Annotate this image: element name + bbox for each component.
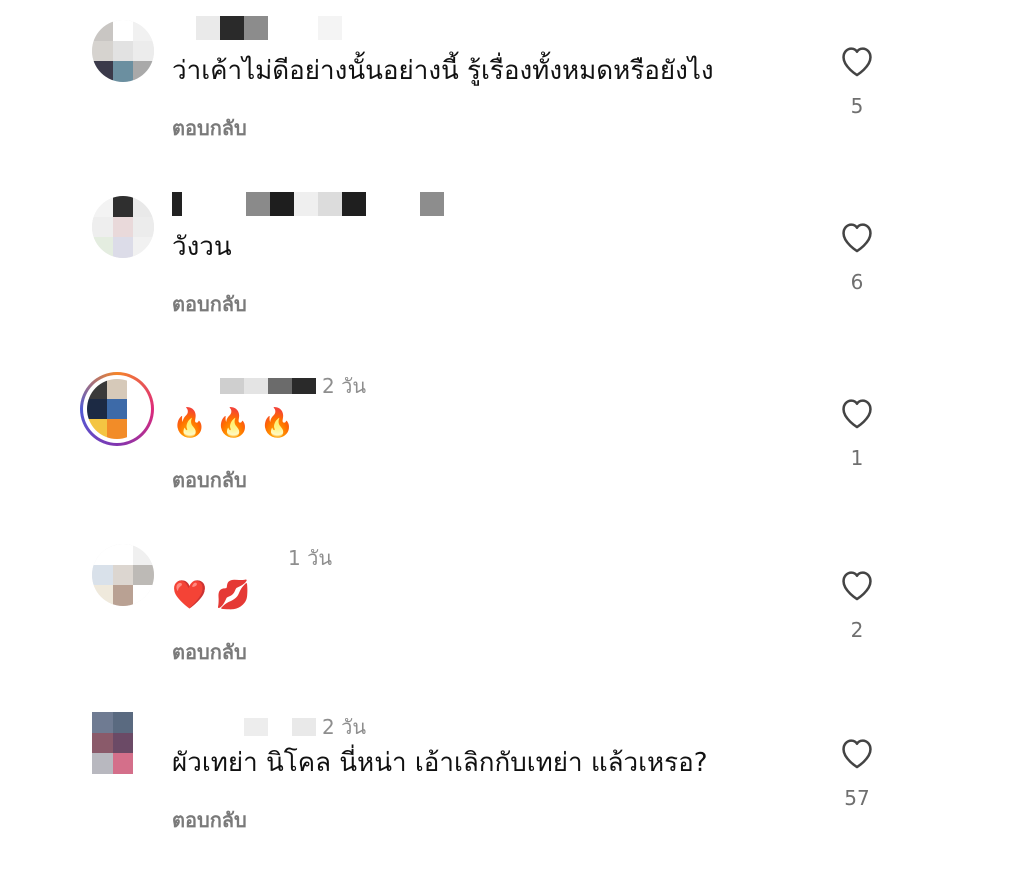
like-count: 1 [850, 446, 864, 470]
reply-button[interactable]: ตอบกลับ [172, 464, 247, 496]
reply-button[interactable]: ตอบกลับ [172, 636, 247, 668]
avatar[interactable] [92, 544, 154, 606]
comment-item: 2 วัน ผัวเทย่า นิโคล นี่หน่า เอ้าเลิกกับ… [0, 712, 1024, 884]
comment-text: 🔥 🔥 🔥 [172, 406, 295, 439]
username-redacted[interactable]: 2 วัน [172, 374, 366, 398]
like-count: 2 [850, 618, 864, 642]
reply-button[interactable]: ตอบกลับ [172, 112, 247, 144]
comment-item: วังวน ตอบกลับ 6 [0, 192, 1024, 368]
comment-item: 2 วัน 🔥 🔥 🔥 ตอบกลับ 1 [0, 372, 1024, 544]
comment-text: ว่าเค้าไม่ดีอย่างนั้นอย่างนี้ รู้เรื่องท… [172, 56, 714, 86]
comment-text: ❤️ 💋 [172, 578, 251, 611]
heart-outline-icon[interactable] [838, 566, 876, 602]
comment-time: 1 วัน [288, 546, 332, 570]
reply-button[interactable]: ตอบกลับ [172, 288, 247, 320]
avatar[interactable] [92, 712, 154, 774]
heart-outline-icon[interactable] [838, 218, 876, 254]
avatar-story-ring[interactable] [80, 372, 154, 446]
heart-outline-icon[interactable] [838, 42, 876, 78]
username-redacted[interactable] [172, 192, 444, 216]
avatar[interactable] [92, 196, 154, 258]
comment-text: ผัวเทย่า นิโคล นี่หน่า เอ้าเลิกกับเทย่า … [172, 748, 708, 778]
like-count: 5 [850, 94, 864, 118]
like-count: 57 [844, 786, 870, 810]
username-redacted[interactable]: 2 วัน [172, 715, 366, 739]
comment-item: 1 วัน ❤️ 💋 ตอบกลับ 2 [0, 544, 1024, 716]
heart-outline-icon[interactable] [838, 394, 876, 430]
comment-time: 2 วัน [322, 715, 366, 739]
username-redacted[interactable] [172, 16, 342, 40]
reply-button[interactable]: ตอบกลับ [172, 804, 247, 836]
comment-text: วังวน [172, 232, 232, 262]
comment-item: ว่าเค้าไม่ดีอย่างนั้นอย่างนี้ รู้เรื่องท… [0, 16, 1024, 192]
heart-outline-icon[interactable] [838, 734, 876, 770]
username-redacted[interactable]: 1 วัน [172, 546, 332, 570]
avatar[interactable] [92, 20, 154, 82]
comment-time: 2 วัน [322, 374, 366, 398]
like-count: 6 [850, 270, 864, 294]
